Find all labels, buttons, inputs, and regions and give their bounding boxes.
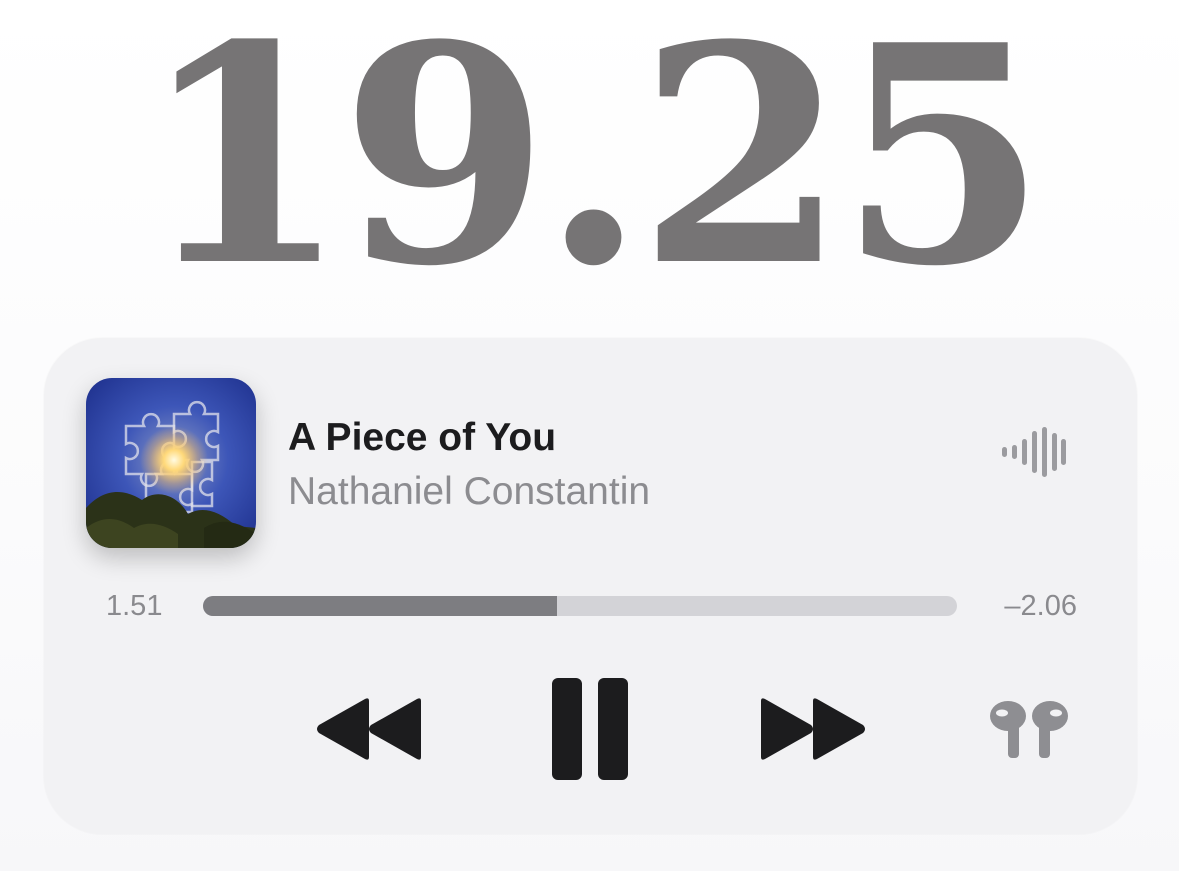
album-artwork-image — [86, 378, 256, 548]
progress-fill — [203, 596, 558, 616]
pause-icon — [552, 678, 628, 780]
rewind-icon — [317, 698, 421, 760]
lock-screen-clock: 19.25 — [139, 0, 1047, 332]
track-title[interactable]: A Piece of You — [288, 413, 556, 463]
track-artist[interactable]: Nathaniel Constantin — [288, 467, 650, 517]
airpods-output-button[interactable] — [988, 700, 1070, 760]
waveform-icon — [1000, 427, 1066, 477]
fast-forward-button[interactable] — [757, 695, 869, 763]
remaining-time: –2.06 — [1004, 590, 1077, 622]
elapsed-time: 1.51 — [106, 590, 163, 622]
album-artwork[interactable] — [86, 378, 256, 548]
fast-forward-icon — [761, 698, 865, 760]
rewind-button[interactable] — [313, 695, 425, 763]
pause-button[interactable] — [550, 678, 630, 780]
airpods-icon — [990, 701, 1068, 758]
progress-scrubber[interactable] — [203, 596, 957, 616]
